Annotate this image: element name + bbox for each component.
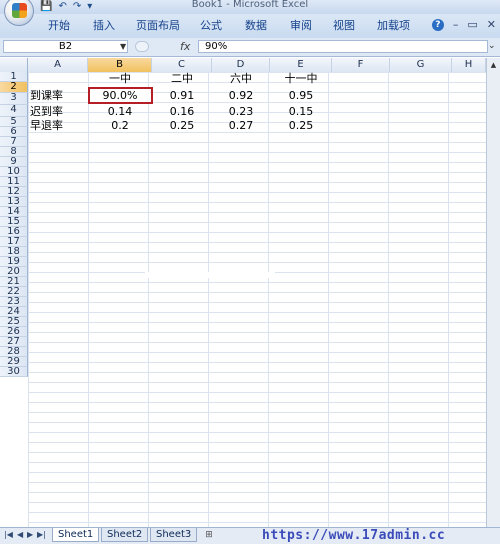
tab-data[interactable]: 数据: [245, 20, 267, 32]
cell-gridlines: [28, 72, 486, 528]
column-header[interactable]: G: [390, 58, 452, 72]
formula-resize-handle[interactable]: [135, 41, 149, 52]
undo-icon[interactable]: ↶: [58, 2, 66, 12]
cell-E4[interactable]: 0.25: [270, 120, 332, 131]
title-bar: Book1 - Microsoft Excel 💾 ↶ ↷ ▾: [0, 0, 500, 14]
tab-formulas[interactable]: 公式: [200, 20, 222, 32]
prev-sheet-icon[interactable]: ◀: [17, 529, 23, 541]
first-sheet-icon[interactable]: |◀: [4, 529, 13, 541]
cell-B4[interactable]: 0.2: [88, 120, 152, 131]
close-icon[interactable]: ✕: [487, 19, 496, 31]
image-artifact: [145, 272, 275, 278]
chevron-down-icon[interactable]: ▼: [120, 40, 126, 53]
sheet-tab-sheet2[interactable]: Sheet2: [101, 528, 149, 542]
select-all-corner[interactable]: [0, 58, 28, 72]
sheet-tab-sheet3[interactable]: Sheet3: [150, 528, 198, 542]
column-headers: A B C D E F G H: [0, 58, 500, 73]
formula-bar: B2 ▼ fx 90% ⌄: [0, 38, 500, 57]
column-header[interactable]: A: [28, 58, 88, 72]
restore-icon[interactable]: ▭: [467, 19, 477, 31]
insert-sheet-icon[interactable]: ⊞: [202, 528, 216, 542]
sheet-tab-sheet1[interactable]: Sheet1: [52, 528, 100, 542]
cell-B3[interactable]: 0.14: [88, 106, 152, 117]
tab-review[interactable]: 审阅: [290, 20, 312, 32]
cell-D1[interactable]: 六中: [212, 73, 270, 84]
cell-D2[interactable]: 0.92: [212, 90, 270, 101]
tab-view[interactable]: 视图: [333, 20, 355, 32]
cell-C1[interactable]: 二中: [152, 73, 212, 84]
tab-addins[interactable]: 加载项: [377, 20, 410, 32]
redo-icon[interactable]: ↷: [73, 2, 81, 12]
cell-B1[interactable]: 一中: [88, 73, 152, 84]
next-sheet-icon[interactable]: ▶: [27, 529, 33, 541]
last-sheet-icon[interactable]: ▶|: [37, 529, 46, 541]
help-icon[interactable]: ?: [431, 19, 444, 31]
cell-B2[interactable]: 90.0%: [88, 90, 152, 101]
column-header[interactable]: E: [270, 58, 332, 72]
minimize-icon[interactable]: –: [453, 19, 459, 31]
sheet-tab-bar: |◀ ◀ ▶ ▶| Sheet1 Sheet2 Sheet3 ⊞ https:/…: [0, 527, 500, 544]
insert-function-icon[interactable]: fx: [180, 40, 190, 53]
cell-D4[interactable]: 0.27: [212, 120, 270, 131]
cell-C2[interactable]: 0.91: [152, 90, 212, 101]
column-header[interactable]: B: [88, 58, 152, 72]
vertical-scrollbar[interactable]: ▲: [486, 58, 500, 528]
cell-A4[interactable]: 早退率: [30, 120, 88, 131]
tab-insert[interactable]: 插入: [93, 20, 115, 32]
ribbon-tabs: 开始 插入 页面布局 公式 数据 审阅 视图 加载项 ? – ▭ ✕: [0, 14, 500, 39]
tab-page-layout[interactable]: 页面布局: [136, 20, 180, 32]
formula-input[interactable]: 90%: [198, 40, 488, 53]
column-header[interactable]: F: [332, 58, 390, 72]
tab-home[interactable]: 开始: [48, 20, 70, 32]
expand-formula-icon[interactable]: ⌄: [488, 41, 496, 52]
cell-C3[interactable]: 0.16: [152, 106, 212, 117]
customize-icon[interactable]: ▾: [87, 2, 92, 12]
cell-E3[interactable]: 0.15: [270, 106, 332, 117]
name-box[interactable]: B2: [3, 40, 128, 53]
cell-E1[interactable]: 十一中: [270, 73, 332, 84]
cell-C4[interactable]: 0.25: [152, 120, 212, 131]
cell-E2[interactable]: 0.95: [270, 90, 332, 101]
column-header[interactable]: H: [452, 58, 486, 72]
watermark-url: https://www.17admin.cc: [262, 528, 446, 543]
cell-A3[interactable]: 迟到率: [30, 106, 88, 117]
column-header[interactable]: C: [152, 58, 212, 72]
scroll-up-icon[interactable]: ▲: [487, 58, 500, 72]
column-header[interactable]: D: [212, 58, 270, 72]
cell-D3[interactable]: 0.23: [212, 106, 270, 117]
row-header[interactable]: 30: [0, 367, 28, 377]
cell-A2[interactable]: 到课率: [30, 90, 88, 101]
quick-access-toolbar: 💾 ↶ ↷ ▾: [40, 0, 92, 14]
office-logo-icon: [12, 3, 27, 18]
save-icon[interactable]: 💾: [40, 2, 52, 12]
